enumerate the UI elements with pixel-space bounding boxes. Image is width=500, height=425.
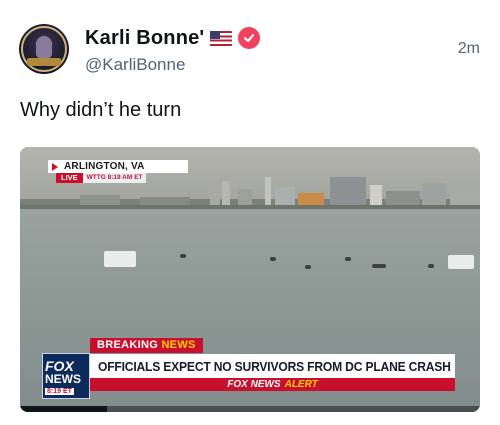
breaking-label: BREAKING: [97, 339, 159, 351]
logo-time-stamp: 8:19 ET: [45, 388, 74, 395]
breaking-news-tag: BREAKING NEWS: [90, 338, 203, 353]
debris-marker: [180, 254, 186, 258]
debris-marker: [428, 264, 434, 268]
debris-marker: [372, 264, 386, 268]
alert-bar: FOX NEWS ALERT: [90, 378, 455, 391]
avatar-plate: [27, 58, 61, 66]
breaking-news-label: NEWS: [161, 339, 196, 351]
boat: [448, 255, 474, 269]
location-bug: ARLINGTON, VA LIVE WTTG 8:19 AM ET: [48, 160, 198, 184]
fox-news-logo: FOX NEWS 8:19 ET: [42, 353, 90, 399]
post-text: Why didn’t he turn: [20, 99, 182, 121]
video-progress-bar[interactable]: [20, 406, 480, 412]
boat: [104, 251, 136, 267]
author-handle[interactable]: @KarliBonne: [85, 55, 185, 75]
avatar[interactable]: [19, 24, 69, 74]
arrow-icon: [52, 162, 58, 171]
video-progress-fill: [20, 406, 108, 412]
alert-word: ALERT: [284, 379, 318, 390]
debris-marker: [305, 265, 311, 269]
headline-bar: OFFICIALS EXPECT NO SURVIVORS FROM DC PL…: [90, 354, 455, 378]
debris-marker: [345, 257, 351, 261]
location-label: ARLINGTON, VA: [64, 161, 145, 172]
headline-text: OFFICIALS EXPECT NO SURVIVORS FROM DC PL…: [98, 358, 451, 374]
live-label: LIVE: [56, 173, 83, 183]
author-name-row: Karli Bonne': [85, 24, 261, 52]
post-card[interactable]: Karli Bonne' @KarliBonne 2m Why didn’t h…: [0, 0, 500, 425]
us-flag-icon: [210, 30, 233, 46]
logo-news-text: NEWS: [45, 372, 81, 386]
avatar-figure: [36, 36, 52, 58]
verified-badge-icon[interactable]: [238, 27, 261, 49]
live-info: WTTG 8:19 AM ET: [82, 173, 147, 183]
author-display-name[interactable]: Karli Bonne': [85, 27, 204, 50]
alert-brand: FOX NEWS: [227, 379, 281, 390]
video-player[interactable]: ARLINGTON, VA LIVE WTTG 8:19 AM ET BREAK…: [20, 147, 480, 412]
post-timestamp[interactable]: 2m: [458, 40, 480, 58]
debris-marker: [270, 257, 276, 261]
